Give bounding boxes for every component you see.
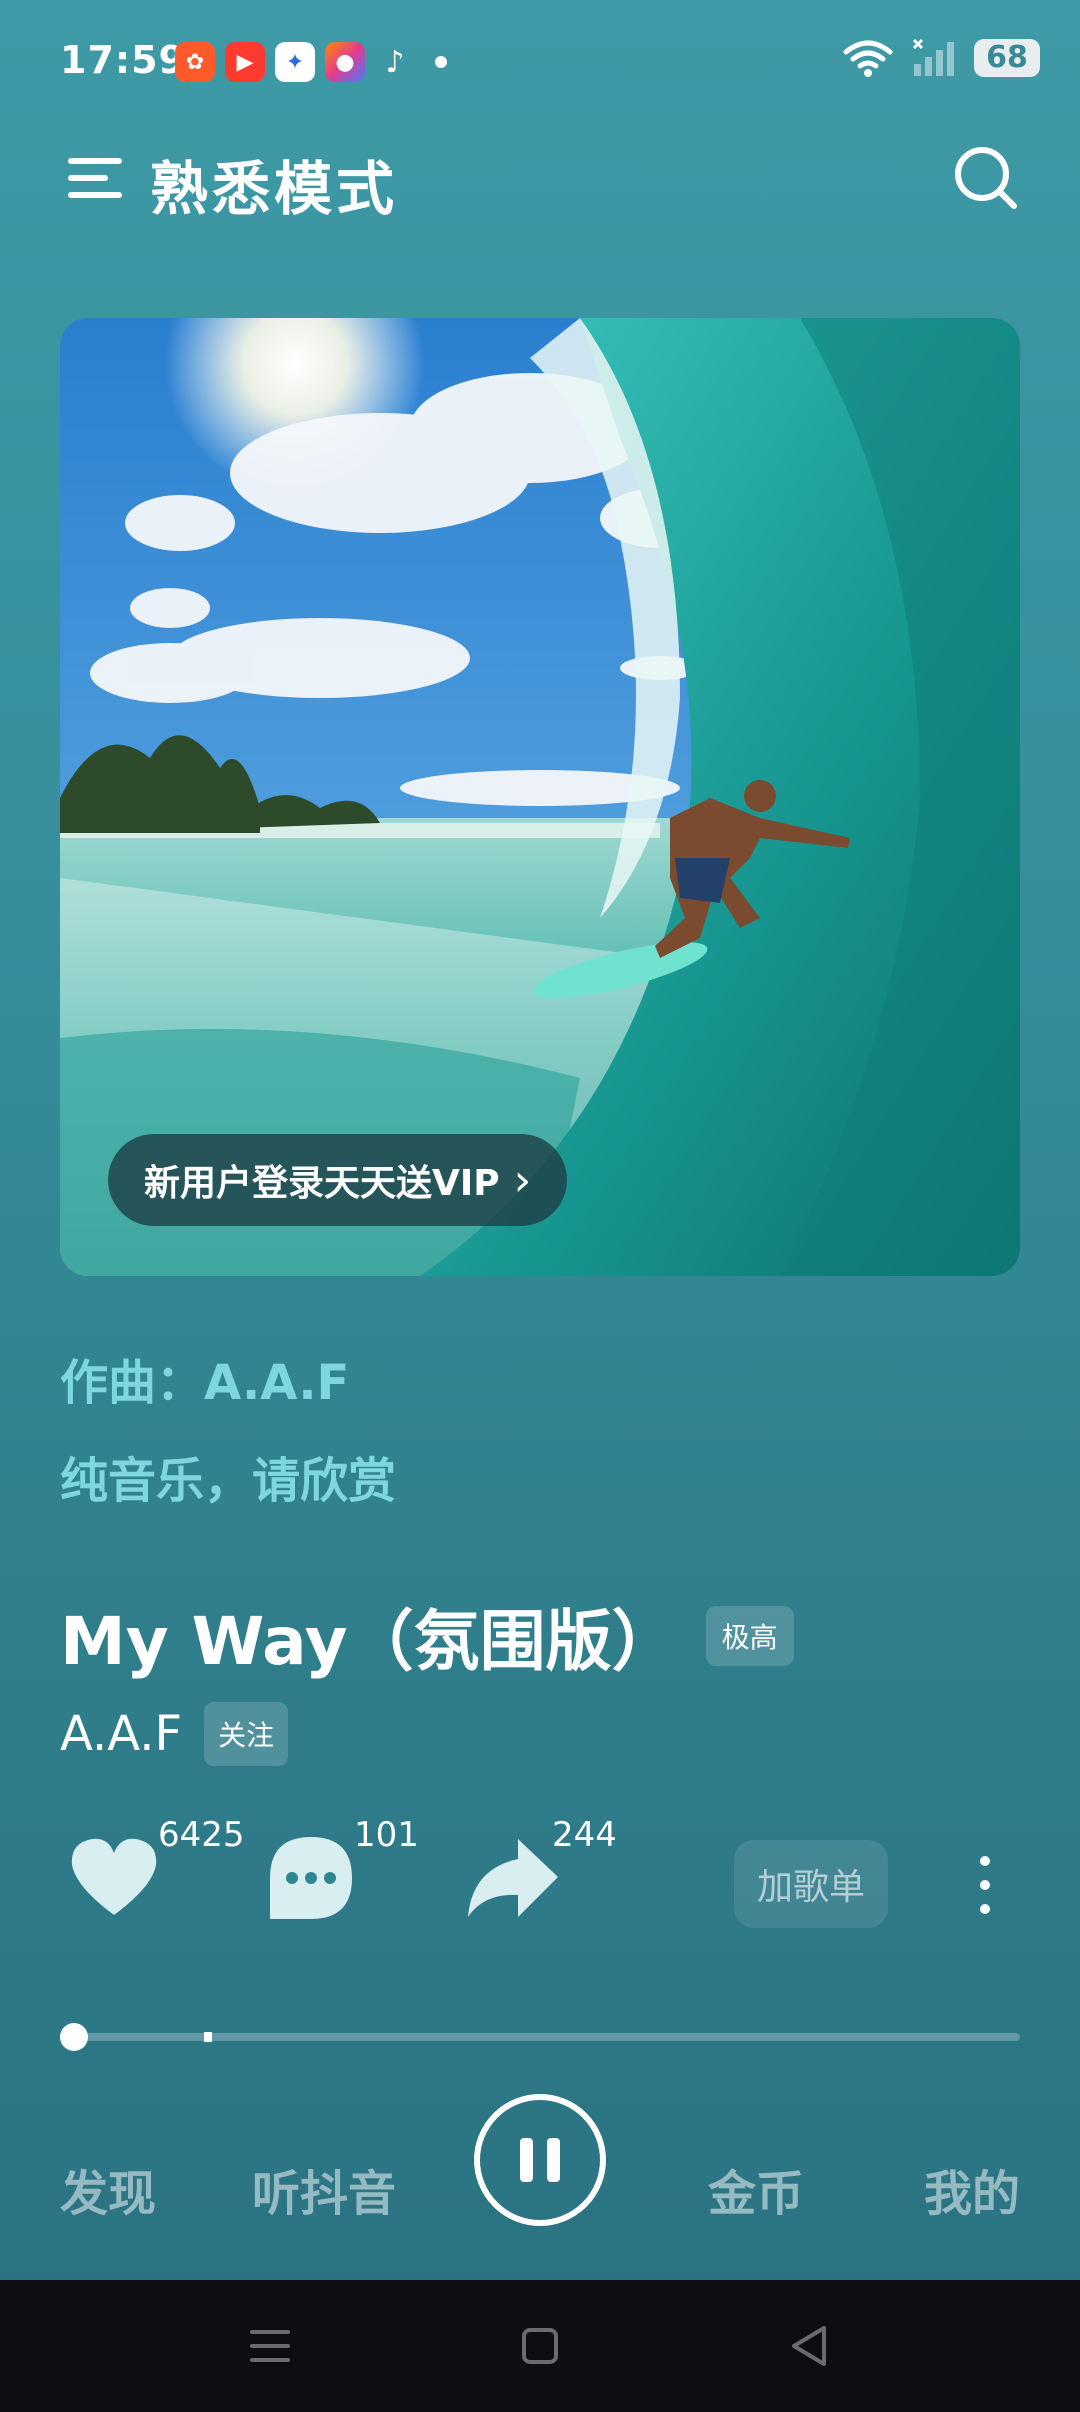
top-header: 熟悉模式 xyxy=(0,130,1080,240)
battery-icon: 68 xyxy=(974,39,1040,77)
more-notifications-dot xyxy=(435,56,447,68)
mode-title[interactable]: 熟悉模式 xyxy=(150,142,398,226)
composer-credit: 作曲：A.A.F xyxy=(60,1355,350,1411)
colorful-app-icon: ● xyxy=(325,42,365,82)
status-time: 17:59 xyxy=(60,38,186,82)
nav-discover[interactable]: 发现 xyxy=(60,2154,156,2224)
follow-button[interactable]: 关注 xyxy=(204,1702,289,1766)
heart-icon xyxy=(71,1838,157,1915)
more-options-icon[interactable] xyxy=(970,1853,1000,1917)
pause-button[interactable] xyxy=(474,2094,606,2226)
vip-promo-label: 新用户登录天天送VIP xyxy=(144,1163,500,1204)
comment-icon xyxy=(270,1837,352,1919)
system-navigation-bar xyxy=(0,2280,1080,2412)
nav-coins[interactable]: 金币 xyxy=(708,2154,804,2224)
small-app-icon: ♪ xyxy=(385,44,405,80)
recent-apps-icon[interactable] xyxy=(244,2320,296,2372)
wifi-icon xyxy=(843,40,893,77)
status-bar: 17:59 ✿ ▶ ✦ ● ♪ 68 xyxy=(0,0,1080,120)
quality-badge[interactable]: 极高 xyxy=(705,1606,794,1666)
app-notification-icon: ✿ xyxy=(175,42,215,82)
song-credits: 作曲：A.A.F 纯音乐，请欣赏 xyxy=(60,1352,396,1548)
paw-app-icon: ✦ xyxy=(275,42,315,82)
song-title-row: My Way（氛围版） 极高 xyxy=(60,1588,794,1684)
song-actions: 6425 101 244 加歌单 xyxy=(0,1805,1080,1955)
video-app-icon: ▶ xyxy=(225,42,265,82)
comment-button[interactable]: 101 xyxy=(268,1805,438,1955)
progress-thumb[interactable] xyxy=(60,2023,88,2051)
song-title[interactable]: My Way（氛围版） xyxy=(60,1588,678,1684)
comment-count: 101 xyxy=(354,1815,419,1855)
like-button[interactable]: 6425 xyxy=(68,1805,245,1955)
home-icon[interactable] xyxy=(514,2320,566,2372)
search-icon[interactable] xyxy=(952,144,1020,212)
menu-icon[interactable] xyxy=(66,148,126,208)
back-icon[interactable] xyxy=(784,2320,836,2372)
artist-name[interactable]: A.A.F xyxy=(60,1706,182,1762)
album-cover[interactable]: 新用户登录天天送VIP › xyxy=(60,318,1020,1276)
share-button[interactable]: 244 xyxy=(464,1805,634,1955)
vip-promo-button[interactable]: 新用户登录天天送VIP › xyxy=(108,1134,568,1226)
instrumental-note: 纯音乐，请欣赏 xyxy=(60,1453,397,1509)
buffer-marker xyxy=(204,2032,212,2042)
notification-icons: ✿ ▶ ✦ ● ♪ xyxy=(175,42,447,82)
like-count: 6425 xyxy=(158,1815,245,1855)
add-to-playlist-button[interactable]: 加歌单 xyxy=(734,1840,888,1928)
cover-image xyxy=(60,318,1020,1276)
bottom-navigation: 发现 听抖音 金币 我的 xyxy=(0,2080,1080,2280)
playback-progress-bar[interactable] xyxy=(60,2022,1020,2052)
nav-mine[interactable]: 我的 xyxy=(924,2154,1020,2224)
share-count: 244 xyxy=(552,1815,617,1855)
share-icon xyxy=(468,1839,558,1917)
artist-row: A.A.F 关注 xyxy=(60,1702,289,1766)
pause-icon xyxy=(520,2138,533,2182)
nav-douyin[interactable]: 听抖音 xyxy=(252,2154,396,2224)
signal-icon xyxy=(912,38,954,76)
chevron-right-icon: › xyxy=(513,1154,532,1206)
